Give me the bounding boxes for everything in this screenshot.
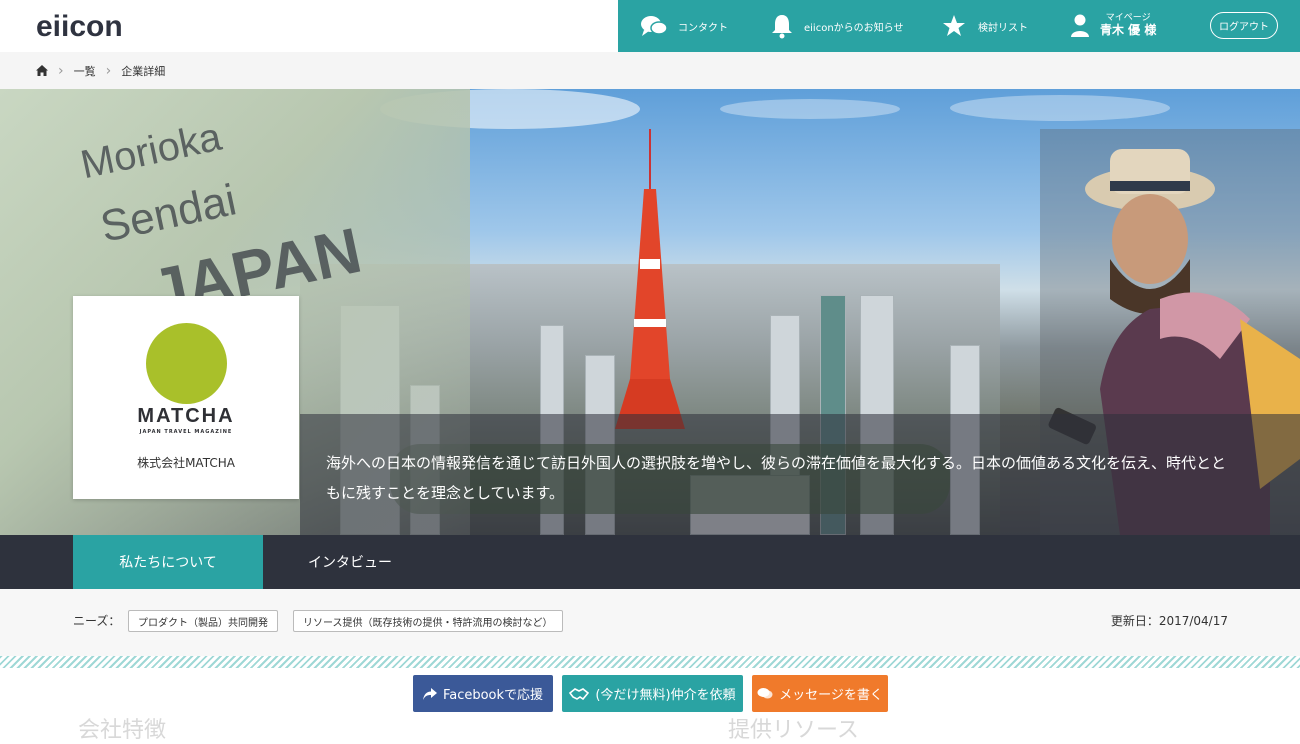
- divider-stripe: [0, 656, 1300, 668]
- star-icon: [943, 15, 965, 36]
- section-heading-features: 会社特徴: [78, 718, 167, 743]
- share-arrow-icon: [422, 687, 437, 700]
- updated-date: 更新日：2017/04/17: [1110, 614, 1228, 628]
- matcha-logo-subtitle: JAPAN TRAVEL MAGAZINE: [139, 429, 233, 435]
- logout-button[interactable]: ログアウト: [1210, 12, 1278, 39]
- chevron-right-icon: ›: [58, 62, 64, 79]
- request-intro-button[interactable]: (今だけ無料)仲介を依頼: [562, 675, 743, 712]
- company-name: 株式会社MATCHA: [137, 456, 235, 470]
- write-message-label: メッセージを書く: [779, 688, 883, 703]
- user-name: 青木 優 様: [1100, 23, 1157, 38]
- home-icon[interactable]: [36, 65, 48, 76]
- section-heading-resources: 提供リソース: [728, 718, 859, 743]
- tab-about-us[interactable]: 私たちについて: [73, 535, 263, 589]
- mypage-text: マイページ 青木 優 様: [1100, 14, 1156, 37]
- needs-tag[interactable]: リソース提供（既存技術の提供・特許流用の検討など）: [293, 610, 563, 632]
- breadcrumb-list-link[interactable]: 一覧: [74, 63, 96, 79]
- matcha-logo-circle: [146, 323, 227, 404]
- company-logo-card: MATCHA JAPAN TRAVEL MAGAZINE 株式会社MATCHA: [73, 296, 299, 499]
- chevron-right-icon: ›: [105, 62, 112, 79]
- header-nav: コンタクト eiiconからのお知らせ 検討リスト マイページ 青木 優 様 ロ…: [618, 0, 1300, 52]
- tab-interview[interactable]: インタビュー: [263, 535, 437, 589]
- nav-review-list[interactable]: 検討リスト: [942, 0, 1028, 52]
- handshake-icon: [569, 687, 590, 700]
- needs-label: ニーズ：: [73, 614, 121, 628]
- eiicon-logo[interactable]: eiicon: [36, 10, 123, 44]
- nav-contact-label: コンタクト: [678, 22, 728, 34]
- nav-contact[interactable]: コンタクト: [640, 0, 728, 52]
- company-mission-text: 海外への日本の情報発信を通じて訪日外国人の選択肢を増やし、彼らの滞在価値を最大化…: [326, 454, 1227, 502]
- facebook-support-label: Facebookで応援: [442, 688, 544, 703]
- request-intro-label: (今だけ無料)仲介を依頼: [595, 688, 736, 703]
- breadcrumb: › 一覧 › 企業詳細: [0, 52, 1300, 89]
- chat-bubbles-icon: [641, 16, 668, 36]
- write-message-button[interactable]: メッセージを書く: [752, 675, 888, 712]
- comments-icon: [757, 688, 773, 699]
- site-header: eiicon コンタクト eiiconからのお知らせ 検討リスト マイページ 青…: [0, 0, 1300, 52]
- tagline-overlay: 海外への日本の情報発信を通じて訪日外国人の選択肢を増やし、彼らの滞在価値を最大化…: [300, 414, 1300, 535]
- map-label-morioka: Morioka: [76, 114, 226, 188]
- facebook-support-button[interactable]: Facebookで応援: [413, 675, 553, 712]
- company-meta: ニーズ： プロダクト（製品）共同開発 リソース提供（既存技術の提供・特許流用の検…: [0, 589, 1300, 656]
- nav-mypage[interactable]: マイページ 青木 優 様: [1070, 0, 1156, 52]
- cloud: [720, 99, 900, 119]
- matcha-logo-wordmark: MATCHA: [137, 405, 235, 427]
- tokyo-tower-graphic: [615, 129, 685, 429]
- needs-tag[interactable]: プロダクト（製品）共同開発: [128, 610, 278, 632]
- breadcrumb-current: 企業詳細: [121, 64, 166, 78]
- cloud: [950, 95, 1170, 121]
- nav-news-label: eiiconからのお知らせ: [804, 22, 904, 34]
- bell-icon: [772, 15, 792, 39]
- user-icon: [1071, 14, 1089, 37]
- nav-review-list-label: 検討リスト: [978, 22, 1028, 34]
- company-tabs: 私たちについて インタビュー: [0, 535, 1300, 589]
- nav-news[interactable]: eiiconからのお知らせ: [770, 0, 903, 52]
